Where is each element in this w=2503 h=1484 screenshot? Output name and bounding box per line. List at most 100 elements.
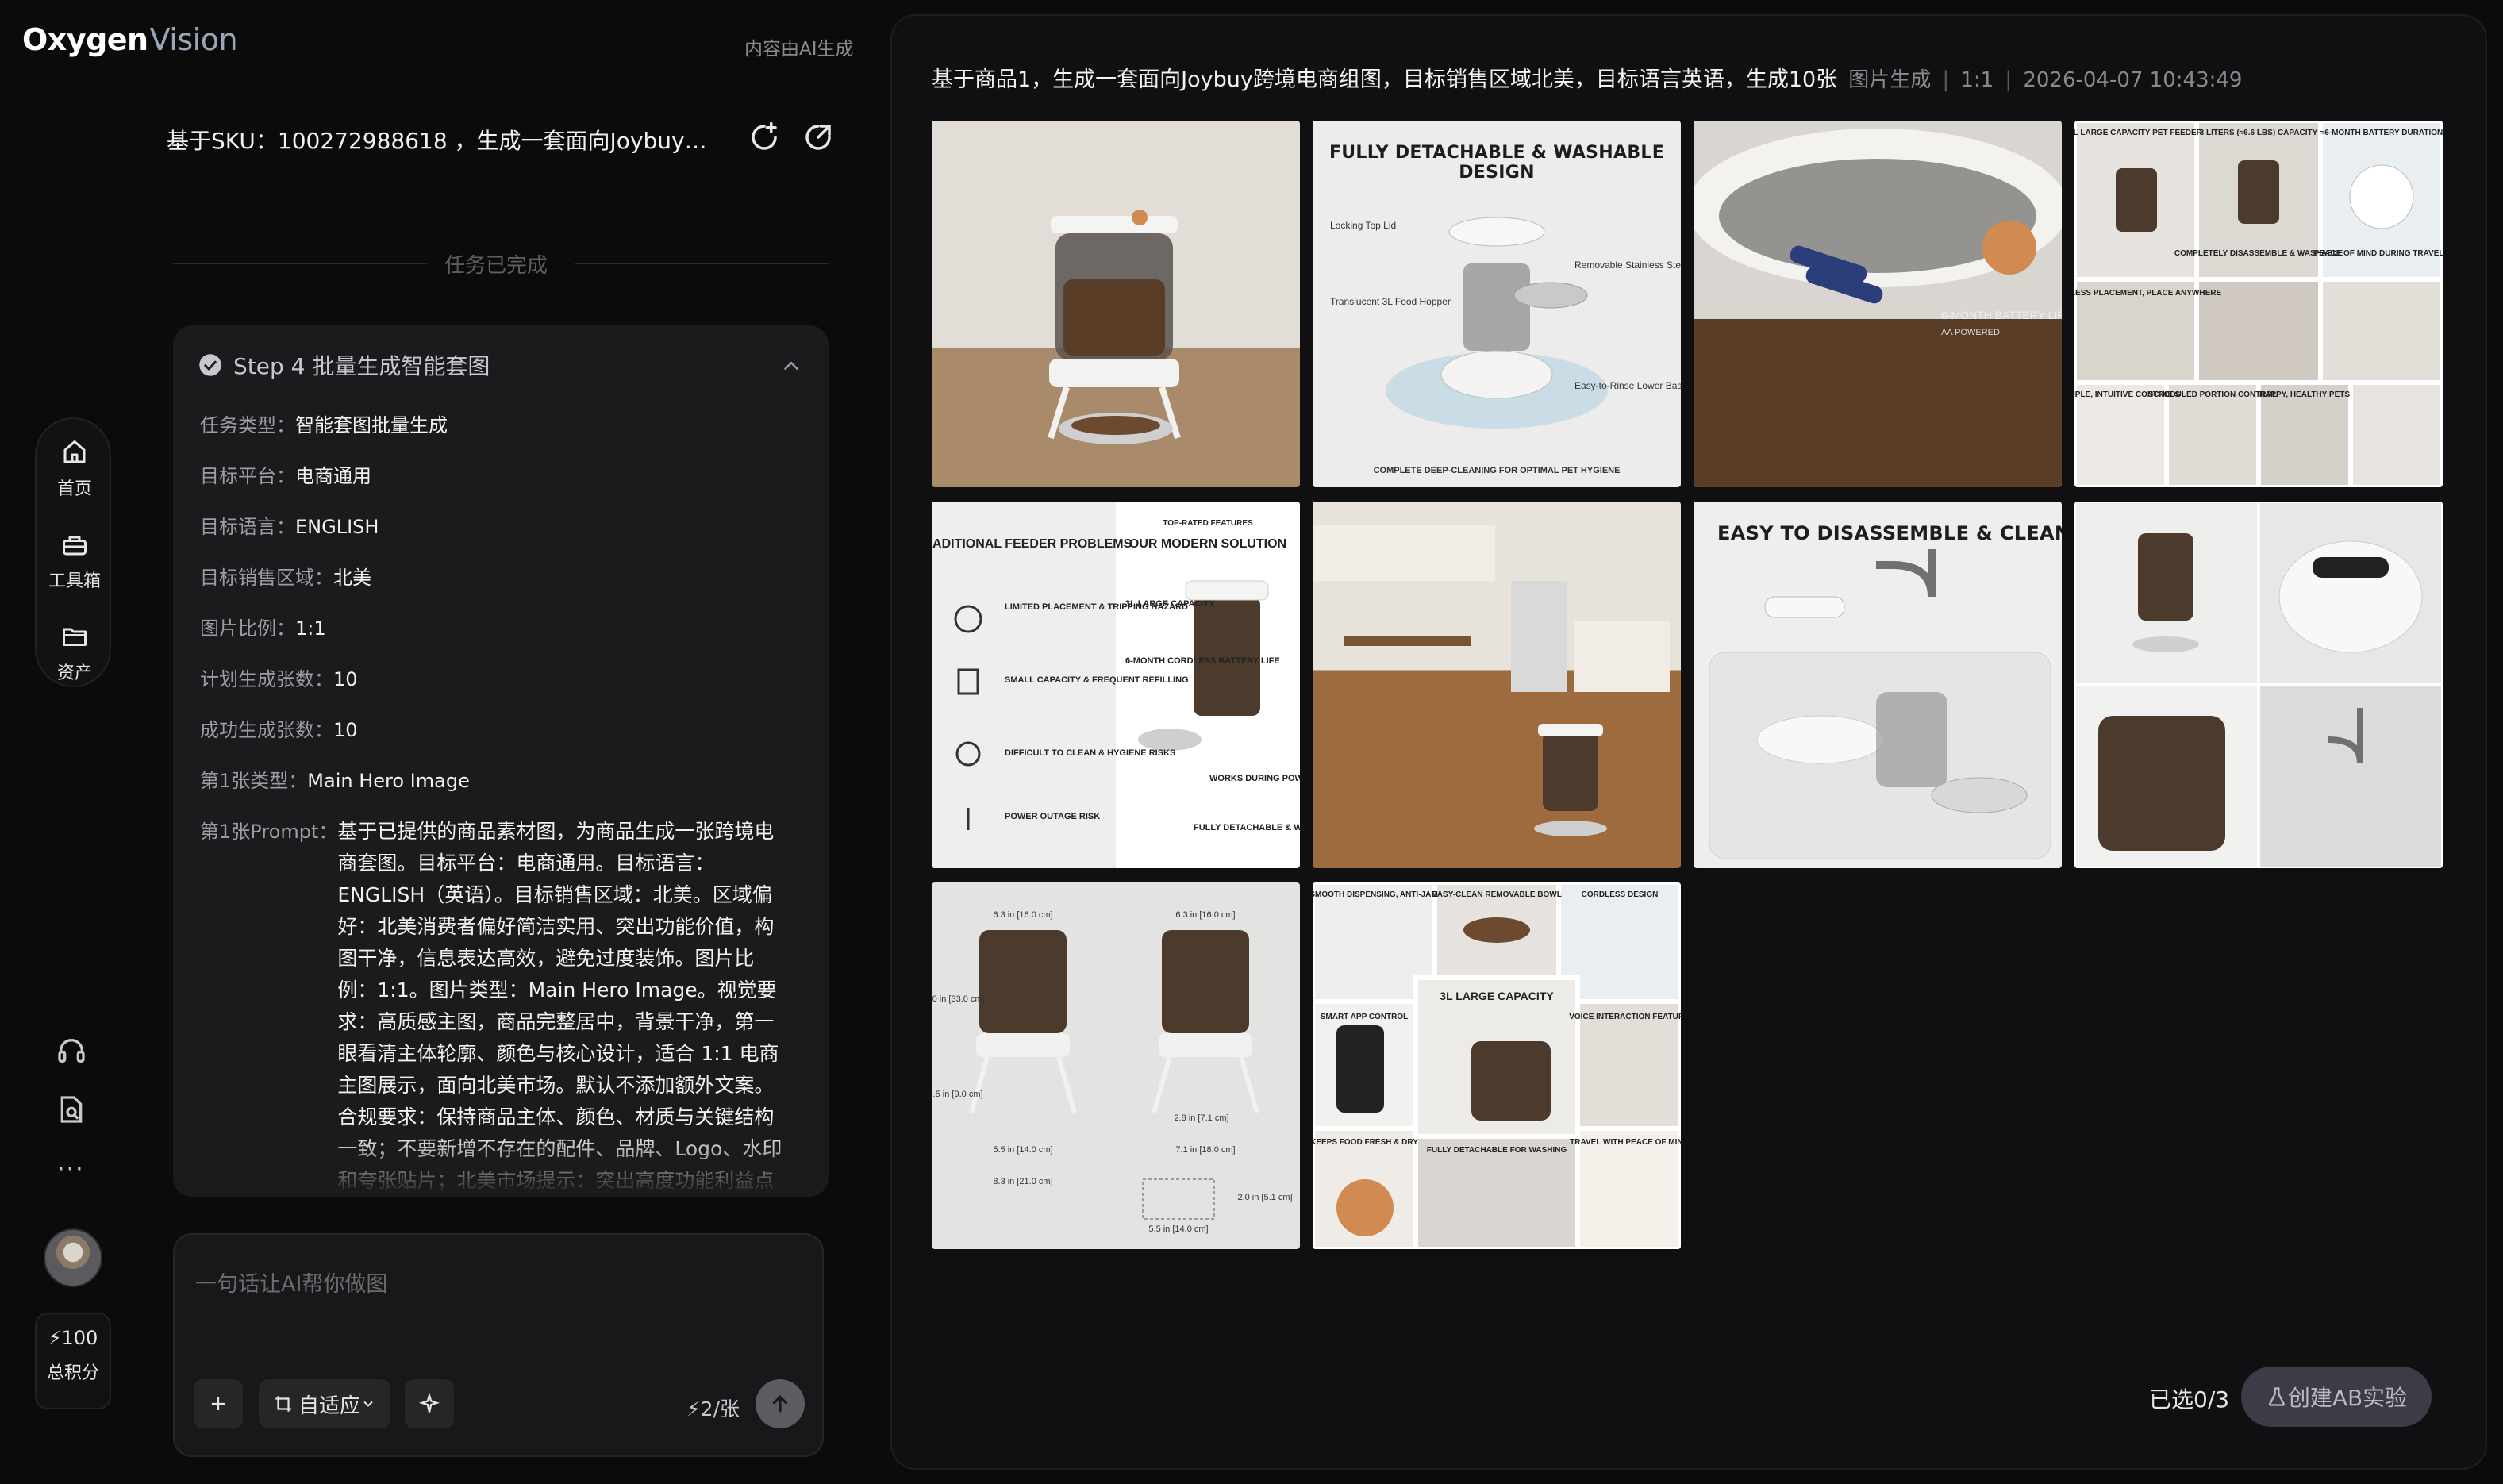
plus-icon: + [210,1392,227,1416]
field-target-platform: 目标平台： 电商通用 [200,460,803,511]
image-label: Locking Top Lid [1330,220,1396,231]
field-task-type: 任务类型： 智能套图批量生成 [200,409,803,460]
folder-icon [63,628,87,646]
image-caption: FULLY DETACHABLE & WASHABLE DESIGN [1328,143,1665,183]
add-button[interactable]: + [194,1379,243,1428]
feature-collage-illustration: 3L LARGE CAPACITY PET FEEDER 3 LITERS (≈… [2074,121,2443,487]
nav-item-toolbox-label: 工具箱 [48,571,101,591]
image-label: 6-MONTH BATTERY LIFE* [1941,309,2062,321]
nav-item-toolbox[interactable]: 工具箱 [37,530,113,592]
new-chat-icon[interactable] [748,121,781,154]
headset-icon[interactable] [56,1035,87,1067]
result-image-7[interactable]: EASY TO DISASSEMBLE & CLEAN [1694,502,2062,868]
divider-left [173,263,427,264]
field-value: ENGLISH [295,516,379,538]
send-button[interactable] [756,1379,805,1428]
image-label: CORDLESS DESIGN [1582,890,1659,899]
image-label: 5.5 in [14.0 cm] [1148,1224,1208,1234]
cost-value: 2/张 [700,1397,740,1421]
image-label: TRADITIONAL FEEDER PROBLEMS [932,537,1132,551]
field-value: 北美 [333,567,371,589]
image-label: ≈6-MONTH BATTERY DURATION [2320,129,2443,137]
image-label: SCHEDULED PORTION CONTROL [2148,390,2278,399]
field-value: 智能套图批量生成 [295,414,448,436]
kitchen-scene-illustration [1313,525,1670,836]
field-key: 目标平台： [200,465,295,487]
user-avatar[interactable] [44,1228,102,1287]
prompt-input[interactable]: 一句话让AI帮你做图 [195,1267,387,1298]
result-image-1[interactable] [932,121,1300,487]
step-card-fade [173,1133,829,1197]
points-value-row: ⚡100 [37,1327,110,1349]
result-image-5[interactable]: TRADITIONAL FEEDER PROBLEMS TOP-RATED FE… [932,502,1300,868]
field-value: 10 [333,719,358,741]
image-label: 2.0 in [5.1 cm] [1237,1193,1292,1202]
nav-item-assets-label: 资产 [56,663,92,683]
meta-separator: | [2005,67,2013,92]
result-image-9[interactable]: 6.3 in [16.0 cm] 6.3 in [16.0 cm] 13.0 i… [932,882,1300,1249]
result-image-4[interactable]: 3L LARGE CAPACITY PET FEEDER 3 LITERS (≈… [2074,121,2443,487]
image-label: POWER OUTAGE RISK [1005,812,1100,821]
image-label: HAPPY, HEALTHY PETS [2259,390,2350,399]
share-icon[interactable] [802,121,835,154]
image-label: 3 LITERS (≈6.6 LBS) CAPACITY [2200,129,2318,137]
result-image-8[interactable] [2074,502,2443,868]
ratio-select[interactable]: 自适应 [259,1379,390,1428]
flask-icon [2268,1387,2285,1406]
image-label: 3L LARGE CAPACITY PET FEEDER [2074,129,2203,137]
image-label: SMART APP CONTROL [1321,1013,1409,1021]
image-label: 3.5 in [9.0 cm] [932,1090,983,1099]
result-image-6[interactable] [1313,502,1681,868]
four-panel-illustration [2074,502,2443,868]
result-timestamp: 2026-04-07 10:43:49 [2023,68,2243,92]
field-key: 第1张类型： [200,770,308,792]
result-image-3[interactable]: 6-MONTH BATTERY LIFE* AA POWERED [1694,121,2062,487]
image-label: COMPLETE DEEP-CLEANING FOR OPTIMAL PET H… [1374,466,1621,475]
image-label: OUR MODERN SOLUTION [1129,537,1286,551]
image-label: Easy-to-Rinse Lower Base [1574,380,1681,391]
check-circle-icon [199,354,221,376]
field-key: 成功生成张数： [200,719,333,741]
image-label: 3L LARGE CAPACITY [1440,990,1554,1002]
image-label: EASY-CLEAN REMOVABLE BOWL [1432,890,1562,899]
lightning-icon: ⚡ [48,1327,62,1349]
field-target-language: 目标语言： ENGLISH [200,511,803,562]
crop-icon [275,1396,291,1412]
arrow-up-icon [772,1394,788,1413]
result-image-2[interactable]: FULLY DETACHABLE & WASHABLE DESIGN Locki… [1313,121,1681,487]
chevron-down-icon [363,1401,373,1407]
prompt-composer[interactable]: 一句话让AI帮你做图 + 自适应 ⚡2/张 [173,1233,824,1457]
divider-right [575,263,829,264]
style-button[interactable] [405,1379,454,1428]
task-status-divider: 任务已完成 [444,254,548,278]
image-label: SMOOTH DISPENSING, ANTI-JAM [1313,890,1438,899]
points-badge[interactable]: ⚡100 总积分 [35,1313,111,1409]
chevron-up-icon[interactable] [779,354,803,378]
image-label: TRAVEL WITH PEACE OF MIND [1570,1138,1681,1147]
result-ratio: 1:1 [1960,68,1994,92]
field-image-ratio: 图片比例： 1:1 [200,613,803,663]
field-value: 1:1 [295,617,326,640]
more-icon[interactable]: ··· [57,1155,85,1183]
image-label: DIFFICULT TO CLEAN & HYGIENE RISKS [1005,748,1175,758]
document-search-icon[interactable] [56,1094,87,1125]
result-header: 基于商品1，生成一套面向Joybuy跨境电商组图，目标销售区域北美，目标语言英语… [932,62,2242,93]
logo-word-vision: Vision [149,22,238,57]
nav-item-home[interactable]: 首页 [37,438,113,500]
image-label: 6-MONTH CORDLESS BATTERY LIFE [1125,656,1280,666]
field-value: Main Hero Image [307,770,470,792]
image-label: Removable Stainless Steel Bowl [1574,260,1681,271]
result-image-10[interactable]: SMOOTH DISPENSING, ANTI-JAM EASY-CLEAN R… [1313,882,1681,1249]
selected-count: 已选0/3 [2149,1386,2230,1413]
image-label: 7.1 in [18.0 cm] [1175,1145,1235,1155]
create-ab-test-label: 创建AB实验 [2287,1385,2408,1411]
logo-word-oxygen: Oxygen [22,22,148,57]
image-label: 6.3 in [16.0 cm] [993,910,1052,920]
nav-item-assets[interactable]: 资产 [37,622,113,684]
result-title: 基于商品1，生成一套面向Joybuy跨境电商组图，目标销售区域北美，目标语言英语… [932,67,1838,92]
step-header[interactable]: Step 4 批量生成智能套图 [198,349,490,381]
create-ab-test-button[interactable]: 创建AB实验 [2241,1367,2432,1427]
image-label: 2.8 in [7.1 cm] [1174,1113,1228,1123]
image-label: 5.5 in [14.0 cm] [993,1145,1052,1155]
app-logo: OxygenVision [22,22,238,57]
